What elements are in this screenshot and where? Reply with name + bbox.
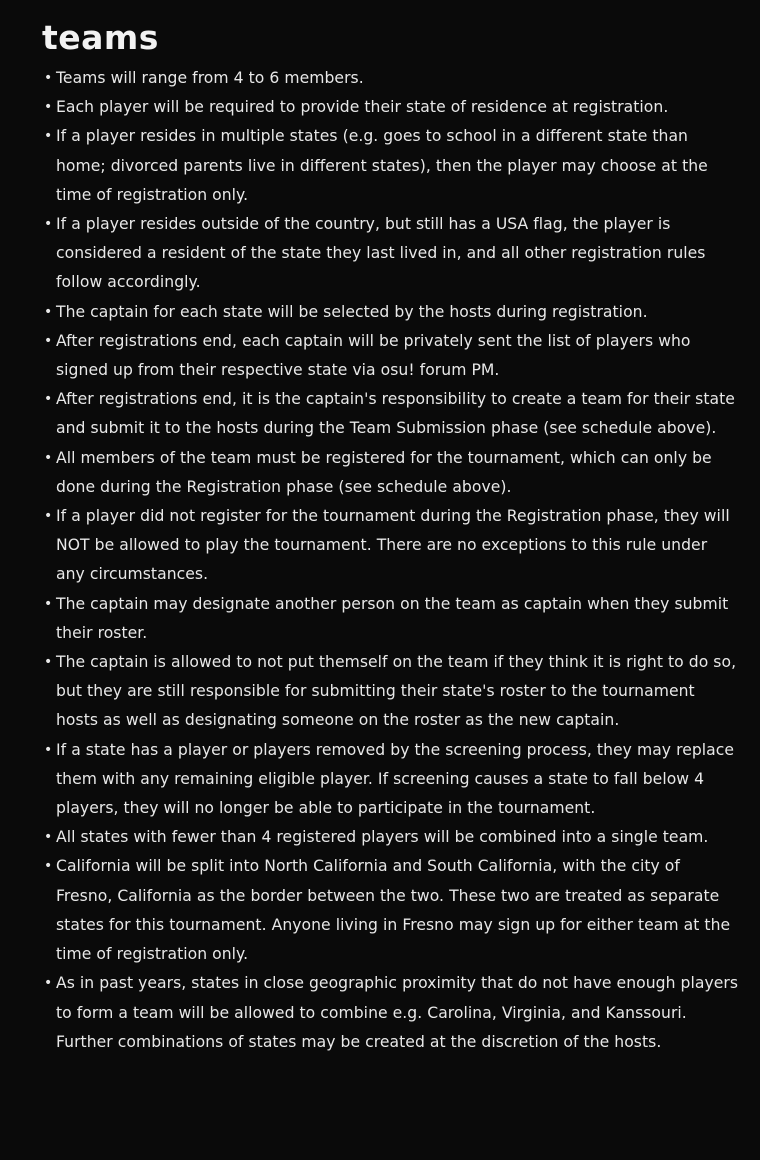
list-item: • If a player resides in multiple states …: [42, 122, 740, 210]
rule-text: The captain may designate another person…: [56, 594, 729, 642]
rule-text: Teams will range from 4 to 6 members.: [56, 69, 364, 87]
list-item: • If a state has a player or players remo…: [42, 736, 740, 824]
rules-list: • Teams will range from 4 to 6 members. •…: [42, 64, 740, 1057]
rule-text: If a player resides in multiple states (…: [56, 127, 708, 204]
bullet-icon: •: [44, 99, 53, 116]
teams-section: teams • Teams will range from 4 to 6 memb…: [0, 0, 760, 1160]
list-item: • All states with fewer than 4 registered…: [42, 823, 740, 852]
bullet-icon: •: [44, 508, 53, 525]
list-item: • If a player resides outside of the coun…: [42, 210, 740, 298]
bullet-icon: •: [44, 128, 53, 145]
rule-text: If a player resides outside of the count…: [56, 215, 706, 292]
rule-text: California will be split into North Cali…: [56, 857, 731, 964]
rule-text: If a state has a player or players remov…: [56, 740, 735, 818]
section-heading: teams: [42, 18, 159, 57]
rule-text: The captain for each state will be selec…: [56, 302, 648, 321]
list-item: • The captain may designate another perso…: [42, 590, 740, 648]
bullet-icon: •: [44, 975, 53, 992]
bullet-icon: •: [44, 303, 53, 320]
bullet-icon: •: [44, 216, 53, 233]
rule-text: After registrations end, each captain wi…: [56, 331, 691, 380]
list-item: • The captain for each state will be sele…: [42, 298, 740, 327]
rule-text: If a player did not register for the tou…: [56, 507, 730, 584]
bullet-icon: •: [44, 741, 53, 758]
rule-text: The captain is allowed to not put themse…: [56, 653, 737, 730]
bullet-icon: •: [44, 70, 53, 86]
list-item: • Teams will range from 4 to 6 members.: [42, 64, 740, 93]
bullet-icon: •: [44, 654, 53, 671]
bullet-icon: •: [44, 391, 53, 408]
list-item: • If a player did not register for the to…: [42, 502, 740, 590]
bullet-icon: •: [44, 449, 53, 466]
rule-text: All members of the team must be register…: [56, 448, 712, 496]
rule-text: As in past years, states in close geogra…: [56, 974, 739, 1051]
list-item: • The captain is allowed to not put thems…: [42, 648, 740, 736]
rule-text: After registrations end, it is the capta…: [56, 390, 735, 438]
bullet-icon: •: [44, 332, 53, 349]
list-item: • After registrations end, it is the capt…: [42, 385, 740, 443]
bullet-icon: •: [44, 858, 53, 875]
list-item: • California will be split into North Cal…: [42, 852, 740, 969]
list-item: • As in past years, states in close geogr…: [42, 969, 740, 1057]
list-item: • After registrations end, each captain w…: [42, 327, 740, 385]
list-item: • Each player will be required to provide…: [42, 93, 740, 122]
list-item: • All members of the team must be registe…: [42, 444, 740, 502]
rule-text: All states with fewer than 4 registered …: [56, 828, 709, 847]
bullet-icon: •: [44, 829, 53, 846]
rule-text: Each player will be required to provide …: [56, 98, 669, 117]
bullet-icon: •: [44, 595, 53, 612]
